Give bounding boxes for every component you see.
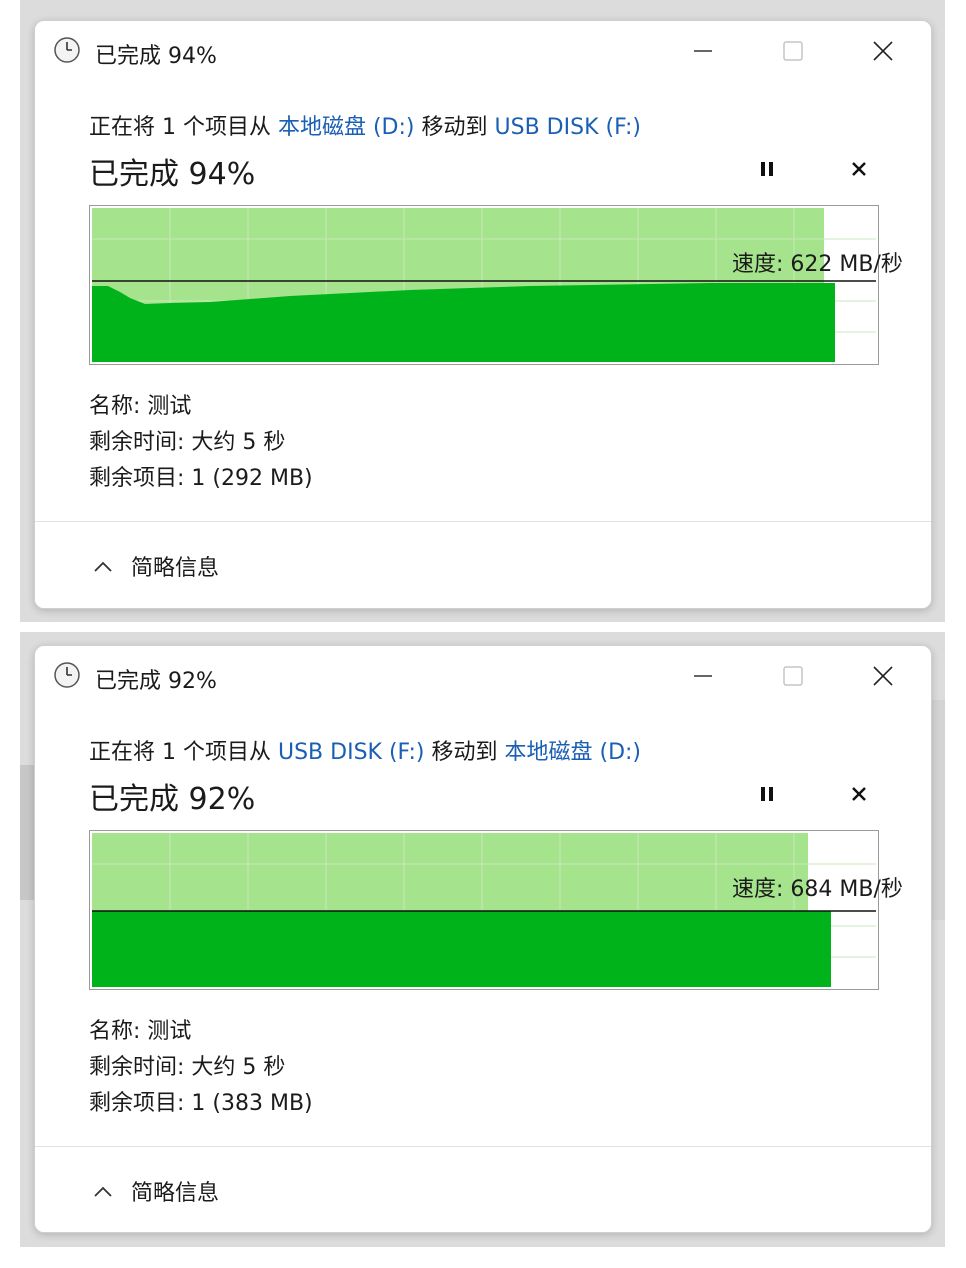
operation-description: 正在将 1 个项目从 USB DISK (F:) 移动到 本地磁盘 (D:)	[89, 734, 641, 766]
close-button[interactable]	[863, 658, 903, 694]
operation-prefix: 正在将 1 个项目从	[89, 115, 271, 140]
footer: 简略信息	[35, 1147, 931, 1232]
speed-label: 速度: 684 MB/秒	[732, 877, 903, 902]
minimize-icon	[694, 50, 712, 52]
background-app-strip-right	[931, 700, 945, 920]
minimize-button[interactable]	[683, 33, 723, 69]
operation-mid: 移动到	[431, 740, 498, 765]
time-remaining: 剩余时间: 大约 5 秒	[89, 430, 286, 455]
clock-icon	[53, 661, 81, 689]
items-remaining: 剩余项目: 1 (292 MB)	[89, 466, 313, 491]
pause-button[interactable]	[753, 155, 781, 183]
time-remaining: 剩余时间: 大约 5 秒	[89, 1055, 286, 1080]
cancel-button[interactable]	[845, 780, 873, 808]
minimize-icon	[694, 675, 712, 677]
source-link[interactable]: 本地磁盘 (D:)	[278, 115, 415, 140]
file-name: 名称: 测试	[89, 394, 192, 419]
file-name: 名称: 测试	[89, 1019, 192, 1044]
close-button[interactable]	[863, 33, 903, 69]
titlebar: 已完成 92%	[35, 646, 931, 706]
window-title: 已完成 92%	[95, 669, 217, 694]
pause-icon	[761, 787, 773, 801]
file-move-dialog-2: 已完成 92% 正在将 1 个项目从 USB DISK (F:) 移动到 本地磁…	[34, 645, 932, 1233]
completed-heading: 已完成 94%	[89, 157, 256, 192]
titlebar: 已完成 94%	[35, 21, 931, 81]
fewer-details-label: 简略信息	[131, 556, 220, 581]
items-remaining: 剩余项目: 1 (383 MB)	[89, 1091, 313, 1116]
chevron-up-icon	[93, 554, 113, 578]
fewer-details-label: 简略信息	[131, 1181, 220, 1206]
speed-area-curve	[92, 911, 831, 987]
operation-mid: 移动到	[421, 115, 488, 140]
file-move-dialog-1: 已完成 94% 正在将 1 个项目从 本地磁盘 (D:) 移动到 USB DIS…	[34, 20, 932, 609]
fewer-details-button[interactable]: 简略信息	[93, 550, 219, 582]
clock-icon	[53, 36, 81, 64]
operation-description: 正在将 1 个项目从 本地磁盘 (D:) 移动到 USB DISK (F:)	[89, 109, 641, 141]
background-app-strip-left	[20, 765, 34, 900]
chevron-up-icon	[93, 1179, 113, 1203]
fewer-details-button[interactable]: 简略信息	[93, 1175, 219, 1207]
minimize-button[interactable]	[683, 658, 723, 694]
pause-icon	[761, 162, 773, 176]
close-icon	[873, 666, 893, 686]
cancel-button[interactable]	[845, 155, 873, 183]
footer: 简略信息	[35, 522, 931, 608]
pause-button[interactable]	[753, 780, 781, 808]
operation-prefix: 正在将 1 个项目从	[89, 740, 271, 765]
window-title: 已完成 94%	[95, 44, 217, 69]
destination-link[interactable]: USB DISK (F:)	[495, 115, 642, 140]
source-link[interactable]: USB DISK (F:)	[278, 740, 425, 765]
speed-graph: 速度: 622 MB/秒	[89, 205, 903, 365]
maximize-icon	[783, 41, 803, 61]
destination-link[interactable]: 本地磁盘 (D:)	[505, 740, 642, 765]
cancel-icon	[852, 162, 866, 176]
speed-graph: 速度: 684 MB/秒	[89, 830, 903, 990]
close-icon	[873, 41, 893, 61]
maximize-button[interactable]	[773, 33, 813, 69]
cancel-icon	[852, 787, 866, 801]
speed-label: 速度: 622 MB/秒	[732, 252, 903, 277]
maximize-button[interactable]	[773, 658, 813, 694]
maximize-icon	[783, 666, 803, 686]
completed-heading: 已完成 92%	[89, 782, 256, 817]
